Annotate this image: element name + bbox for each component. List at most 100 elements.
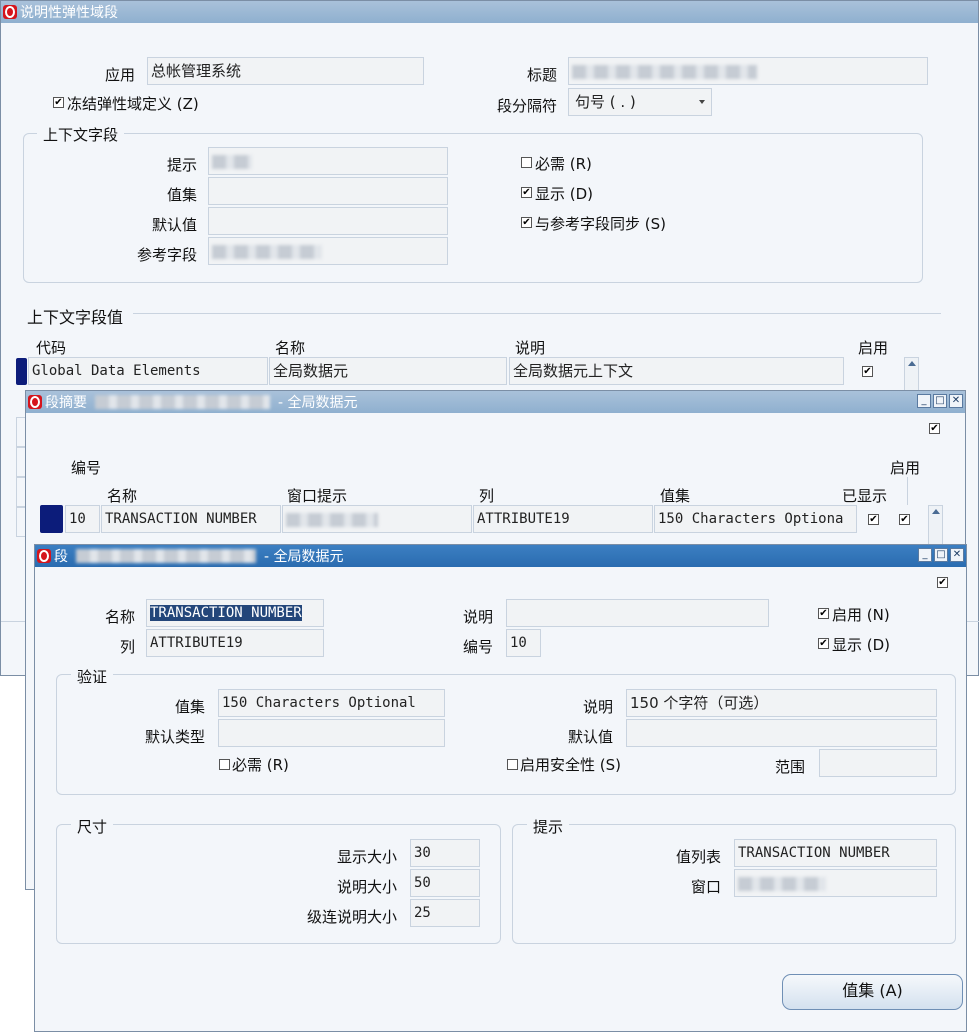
row-enabled-checkbox[interactable]: ✔: [862, 366, 873, 377]
freeze-checkbox[interactable]: ✔: [53, 97, 64, 108]
valueset-button[interactable]: 值集 (A): [782, 974, 963, 1010]
redacted-text: [738, 876, 826, 891]
reference-field[interactable]: [208, 237, 448, 265]
redacted-text: [212, 154, 252, 169]
sync-checkbox[interactable]: ✔: [521, 217, 532, 228]
vs-description-field[interactable]: 150 个字符（可选）: [626, 689, 937, 717]
row-name[interactable]: TRANSACTION NUMBER: [101, 505, 281, 533]
window-field[interactable]: [734, 869, 937, 897]
col-header-name: 名称: [107, 487, 138, 505]
col-header-enabled: 启用: [858, 339, 889, 357]
default-field[interactable]: [208, 207, 448, 235]
segment-window-titlebar[interactable]: 段 - 全局数据元 _ □ ✕: [35, 545, 966, 567]
display-label: 显示 (D): [535, 185, 594, 203]
size-group-title: 尺寸: [71, 816, 114, 837]
default-value-label: 默认值: [567, 728, 613, 746]
title-field[interactable]: [568, 57, 928, 85]
current-row-marker[interactable]: [40, 505, 63, 533]
summary-window-titlebar[interactable]: 段摘要 - 全局数据元 _ □ ✕: [26, 391, 965, 413]
reference-label: 参考字段: [136, 246, 197, 264]
close-icon[interactable]: ✕: [949, 394, 963, 408]
range-field[interactable]: [819, 749, 937, 777]
oracle-logo-icon: [3, 5, 17, 19]
separator-value: 句号 ( . ): [575, 93, 636, 111]
col-header-prompt: 窗口提示: [287, 487, 348, 505]
col-header-column: 列: [479, 487, 495, 505]
table-row-code[interactable]: Global Data Elements: [28, 357, 268, 385]
valueset-field[interactable]: [208, 177, 448, 205]
window-title: 说明性弹性域段: [20, 5, 118, 21]
description-label: 说明: [462, 608, 493, 626]
prompt-field[interactable]: [208, 147, 448, 175]
display-checkbox[interactable]: ✔: [521, 187, 532, 198]
maximize-icon[interactable]: □: [933, 394, 947, 408]
number-field[interactable]: 10: [506, 629, 541, 657]
name-field[interactable]: TRANSACTION NUMBER: [146, 599, 324, 627]
title-label: 标题: [526, 66, 557, 84]
close-icon[interactable]: ✕: [950, 548, 964, 562]
freeze-label: 冻结弹性域定义 (Z): [67, 95, 199, 113]
required-checkbox[interactable]: [219, 759, 230, 770]
required-checkbox[interactable]: [521, 157, 532, 168]
flexfield-window-titlebar[interactable]: 说明性弹性域段: [1, 1, 978, 23]
row-number[interactable]: 10: [65, 505, 100, 533]
row-enabled-checkbox[interactable]: ✔: [899, 514, 910, 525]
col-header-displayed: 已显示: [842, 487, 888, 505]
segment-toggle-checkbox[interactable]: ✔: [937, 577, 948, 588]
window-label: 窗口: [690, 878, 721, 896]
concat-size-field[interactable]: 25: [410, 899, 480, 927]
required-label: 必需 (R): [535, 155, 592, 173]
oracle-logo-icon: [28, 395, 42, 409]
default-type-field[interactable]: [218, 719, 445, 747]
current-row-marker[interactable]: [16, 358, 27, 385]
vs-description-label: 说明: [582, 698, 613, 716]
redacted-text: [76, 549, 256, 563]
minimize-icon[interactable]: _: [918, 548, 932, 562]
enabled-label: 启用 (N): [832, 606, 890, 624]
number-label: 编号: [462, 638, 493, 656]
name-value: TRANSACTION NUMBER: [150, 605, 302, 621]
row-valueset[interactable]: 150 Characters Optiona: [654, 505, 857, 533]
table-scrollbar[interactable]: [904, 357, 919, 392]
column-field[interactable]: ATTRIBUTE19: [146, 629, 324, 657]
summary-toggle-checkbox[interactable]: ✔: [929, 423, 940, 434]
default-label: 默认值: [151, 216, 197, 234]
dropdown-arrow-icon: [699, 100, 705, 104]
redacted-text: [95, 395, 270, 409]
description-field[interactable]: [506, 599, 769, 627]
concat-size-label: 级连说明大小: [306, 908, 397, 926]
column-label: 列: [119, 638, 135, 656]
list-label: 值列表: [675, 848, 721, 866]
security-checkbox[interactable]: [507, 759, 518, 770]
col-header-desc: 说明: [515, 339, 546, 357]
default-value-field[interactable]: [626, 719, 937, 747]
context-values-title: 上下文字段值: [27, 308, 124, 327]
redacted-text: [286, 512, 378, 527]
maximize-icon[interactable]: □: [934, 548, 948, 562]
row-column[interactable]: ATTRIBUTE19: [473, 505, 653, 533]
display-size-field[interactable]: 30: [410, 839, 480, 867]
row-prompt[interactable]: [282, 505, 472, 533]
range-label: 范围: [774, 758, 805, 776]
minimize-icon[interactable]: _: [917, 394, 931, 408]
security-label: 启用安全性 (S): [520, 756, 621, 774]
col-header-number: 编号: [71, 459, 102, 477]
list-field[interactable]: TRANSACTION NUMBER: [734, 839, 937, 867]
col-header-code: 代码: [36, 339, 67, 357]
default-type-label: 默认类型: [144, 728, 205, 746]
displayed-checkbox[interactable]: ✔: [818, 638, 829, 649]
separator-select[interactable]: 句号 ( . ): [568, 88, 712, 116]
table-row-name[interactable]: 全局数据元: [269, 357, 507, 385]
segment-title-prefix: 段: [54, 549, 68, 565]
required-label: 必需 (R): [232, 756, 289, 774]
table-row-desc[interactable]: 全局数据元上下文: [509, 357, 844, 385]
prompt-group-title: 提示: [527, 816, 570, 837]
enabled-checkbox[interactable]: ✔: [818, 608, 829, 619]
app-field[interactable]: 总帐管理系统: [147, 57, 424, 85]
valueset-field[interactable]: 150 Characters Optional: [218, 689, 445, 717]
row-displayed-checkbox[interactable]: ✔: [868, 514, 879, 525]
summary-scrollbar[interactable]: [928, 505, 943, 545]
desc-size-field[interactable]: 50: [410, 869, 480, 897]
col-header-valueset: 值集: [660, 487, 691, 505]
segment-detail-window: 段 - 全局数据元 _ □ ✕ ✔ 名称 TRANSACTION NUMBER …: [34, 544, 967, 1032]
